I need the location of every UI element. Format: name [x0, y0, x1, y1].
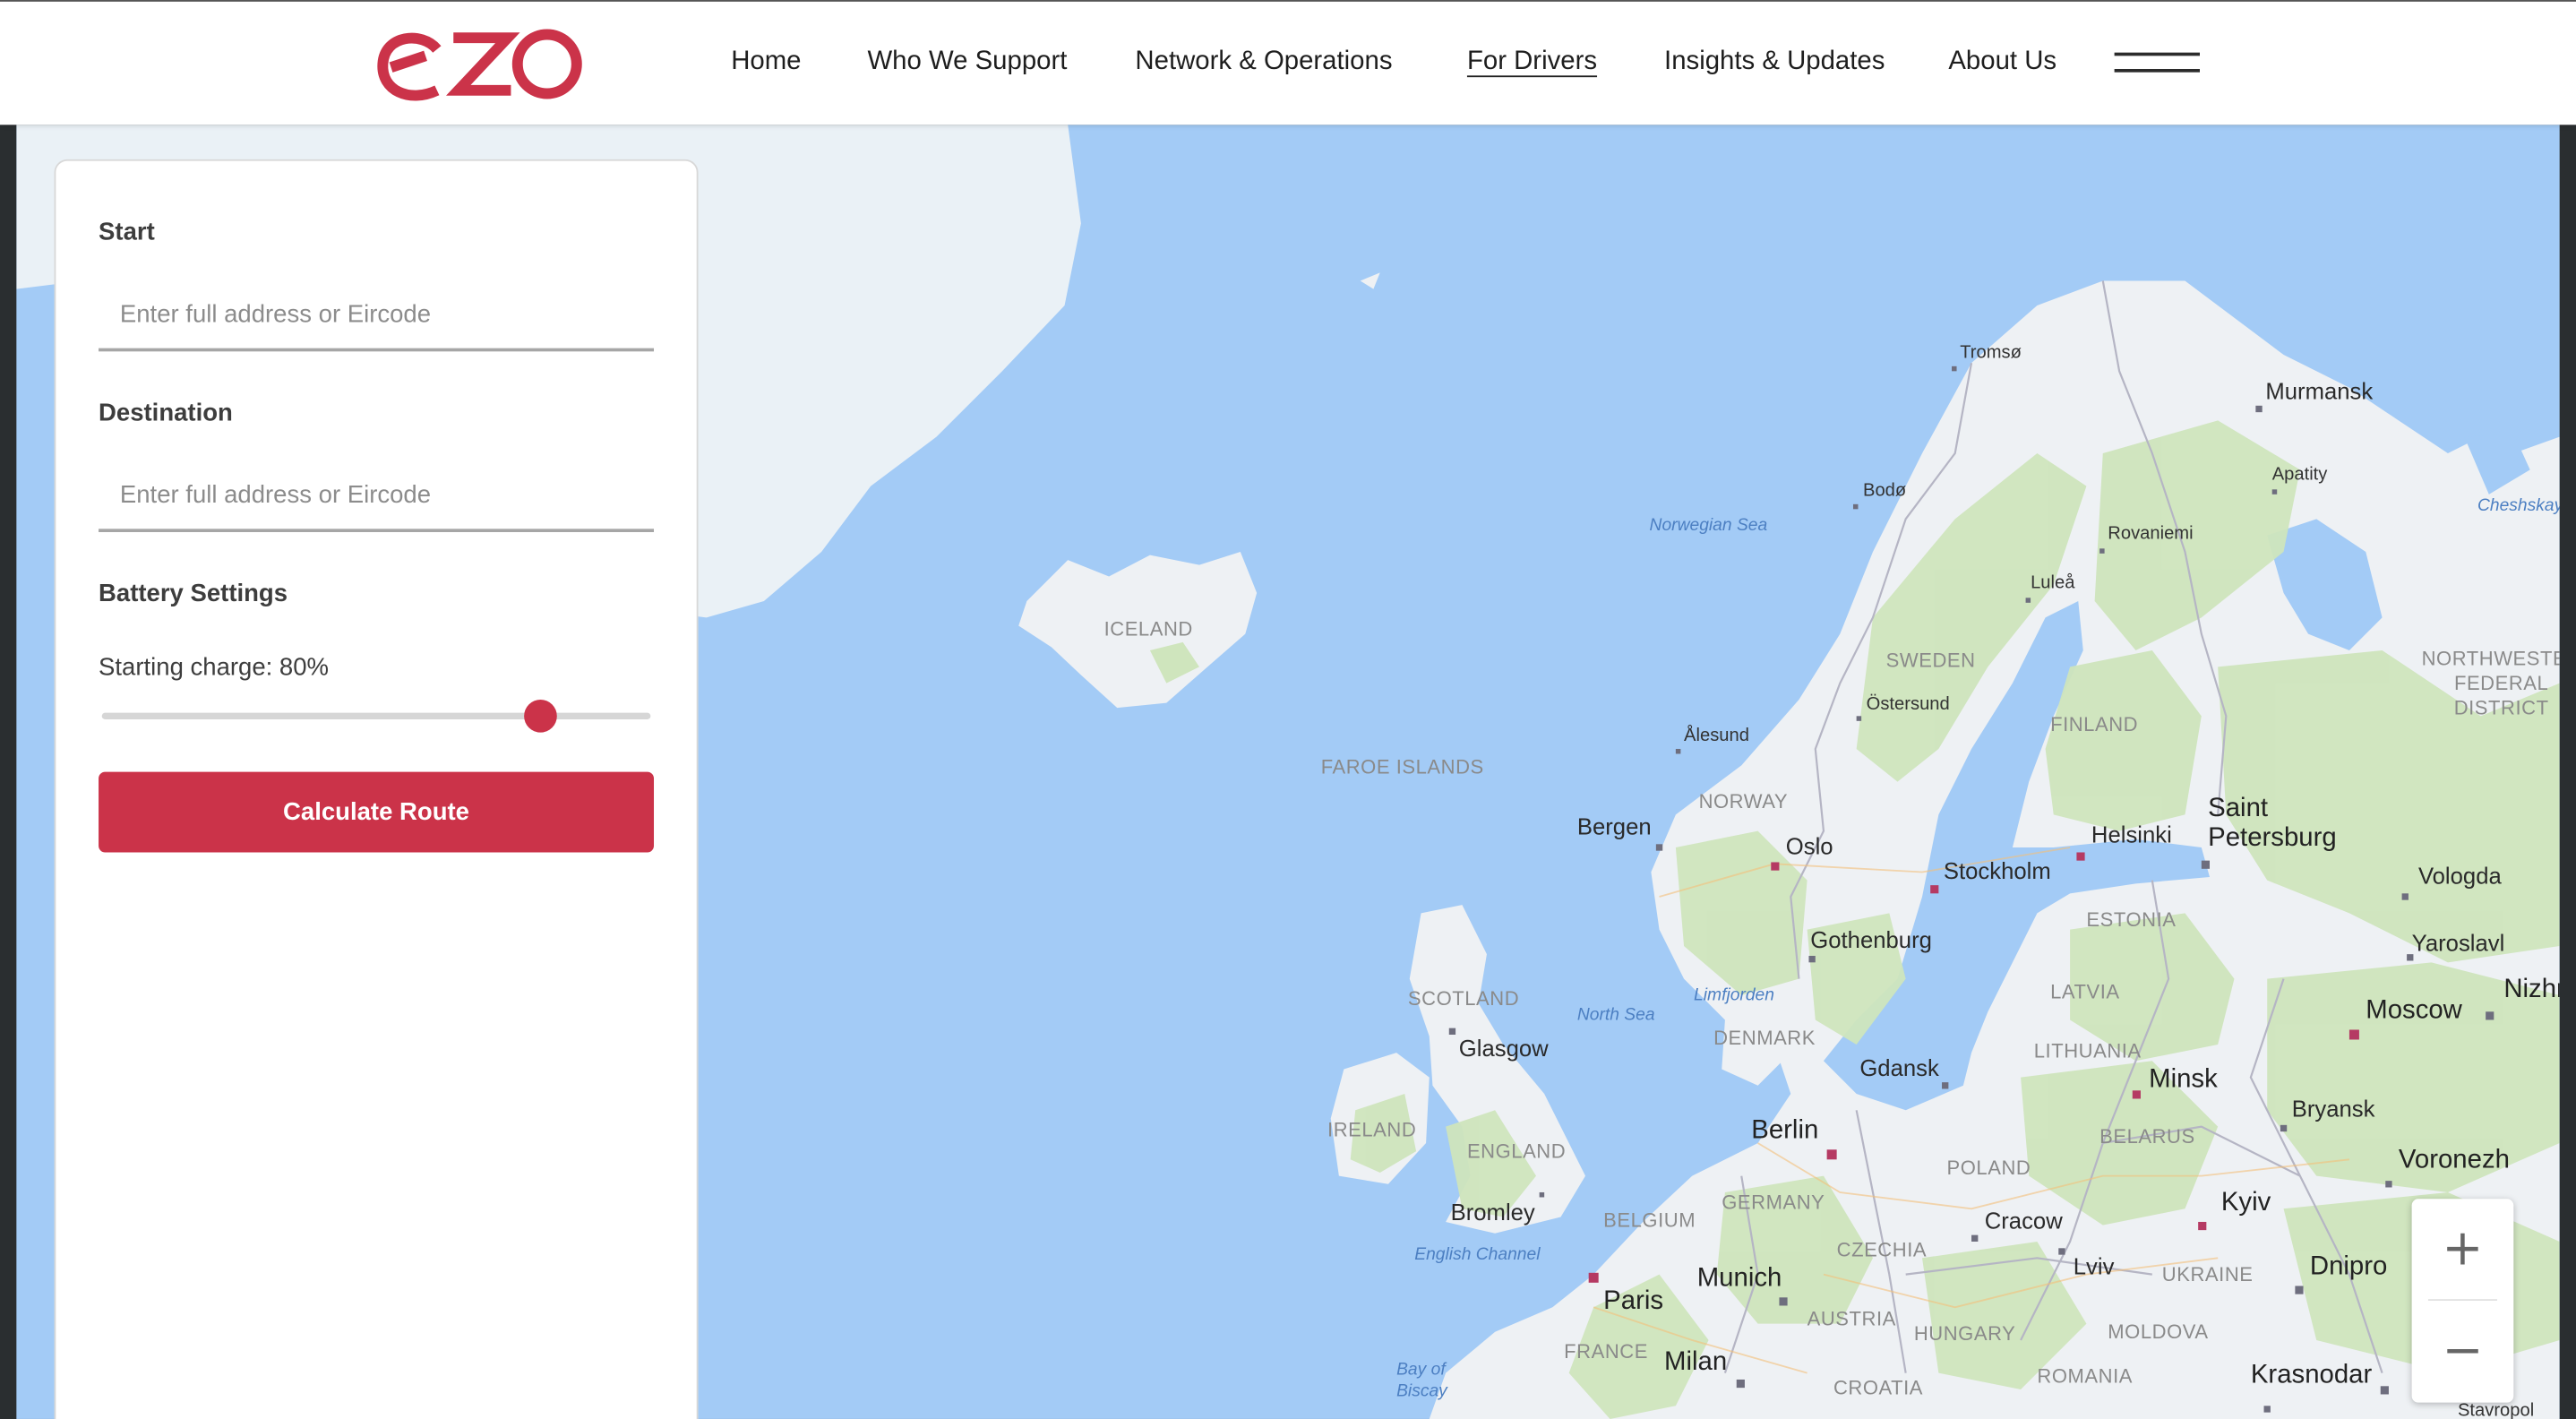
map-label-belarus: BELARUS [2099, 1124, 2195, 1148]
map-label-gdansk: Gdansk [1859, 1054, 1939, 1081]
map-label-estonia: ESTONIA [2086, 907, 2177, 932]
map-label-glasgow: Glasgow [1458, 1034, 1549, 1062]
map-label-helsinki: Helsinki [2091, 821, 2172, 847]
map-label-dnipro: Dnipro [2309, 1252, 2388, 1281]
map-label-scotland: SCOTLAND [1407, 986, 1520, 1010]
nav-network-operations[interactable]: Network & Operations [1135, 47, 1392, 77]
start-address-input[interactable] [99, 279, 655, 352]
map-label-hungary: HUNGARY [1913, 1321, 2016, 1346]
map-label-ukraine: UKRAINE [2161, 1262, 2254, 1286]
map-label-kyiv: Kyiv [2220, 1189, 2271, 1217]
zoom-control: + − [2411, 1199, 2514, 1403]
map-label-france: FRANCE [1564, 1339, 1648, 1363]
map-label-moscow: Moscow [2366, 996, 2462, 1025]
map-label-north-sea: North Sea [1576, 1004, 1655, 1025]
map-label-stockholm: Stockholm [1943, 856, 2051, 884]
map-label-berlin: Berlin [1751, 1116, 1819, 1145]
map-label-finland: FINLAND [2050, 712, 2139, 736]
map-label-norway: NORWAY [1698, 789, 1789, 813]
map-label-austria: AUSTRIA [1807, 1307, 1896, 1330]
destination-address-input[interactable] [99, 460, 655, 532]
map-label-lithuania: LITHUANIA [2033, 1039, 2142, 1063]
nav-for-drivers[interactable]: For Drivers [1467, 47, 1597, 77]
map-label-milan: Milan [1664, 1348, 1728, 1377]
map-label-nizhny: Nizhn [2503, 975, 2559, 1004]
map-label-norwegian-sea: Norwegian Sea [1649, 515, 1768, 536]
hamburger-icon[interactable] [2114, 52, 2200, 76]
map-label-limfjorden: Limfjorden [1694, 985, 1774, 1005]
map-label-bromley: Bromley [1450, 1199, 1535, 1226]
map-label-ostersund: Östersund [1866, 694, 1950, 715]
slider-track[interactable] [101, 712, 651, 719]
calculate-route-button[interactable]: Calculate Route [99, 771, 655, 853]
map-label-tromso: Tromsø [1960, 343, 2022, 364]
top-navigation-bar: Home Who We Support Network & Operations… [0, 0, 2576, 125]
map-label-bergen: Bergen [1576, 813, 1652, 839]
map-label-iceland: ICELAND [1103, 617, 1193, 641]
map-label-saint-petersburg: Saint Petersburg [2208, 795, 2337, 853]
map-label-czechia: CZECHIA [1836, 1238, 1928, 1261]
zoom-in-button[interactable]: + [2412, 1199, 2514, 1301]
zoom-out-button[interactable]: − [2412, 1301, 2514, 1403]
map-label-cheshskaya: Cheshskay [2477, 495, 2560, 516]
slider-thumb[interactable] [524, 699, 558, 733]
map-label-denmark: DENMARK [1713, 1026, 1816, 1050]
route-planner-panel: Start Destination Battery Settings Start… [54, 159, 699, 1419]
battery-settings-heading: Battery Settings [99, 580, 288, 608]
map-label-voronezh: Voronezh [2398, 1146, 2510, 1174]
map-label-bay-of-biscay: Bay of Biscay [1396, 1359, 1447, 1401]
nav-insights-updates[interactable]: Insights & Updates [1664, 47, 1885, 77]
map-label-bodo: Bodø [1862, 481, 1907, 502]
map-label-alesund: Ålesund [1684, 726, 1749, 746]
destination-label: Destination [99, 399, 233, 427]
map-label-oslo: Oslo [1785, 832, 1833, 859]
map-label-ireland: IRELAND [1327, 1118, 1417, 1142]
map-label-munich: Munich [1696, 1264, 1782, 1293]
nav-who-we-support[interactable]: Who We Support [867, 47, 1067, 77]
map-label-lviv: Lviv [2073, 1252, 2115, 1280]
map-label-minsk: Minsk [2149, 1065, 2218, 1094]
map-label-nw-federal-district: NORTHWESTER FEDERAL DISTRICT [2421, 647, 2560, 719]
map-label-belgium: BELGIUM [1603, 1208, 1696, 1232]
map-label-england: ENGLAND [1466, 1140, 1567, 1163]
map-label-lulea: Luleå [2031, 572, 2075, 593]
map-label-faroe-islands: FAROE ISLANDS [1320, 755, 1484, 778]
map-label-romania: ROMANIA [2037, 1364, 2133, 1389]
map-label-sweden: SWEDEN [1885, 649, 1976, 672]
map-label-gothenburg: Gothenburg [1810, 925, 1932, 953]
starting-charge-slider[interactable] [101, 699, 651, 733]
map-label-moldova: MOLDOVA [2108, 1320, 2209, 1344]
map-label-croatia: CROATIA [1833, 1376, 1924, 1399]
map-label-latvia: LATVIA [2050, 980, 2120, 1004]
map-label-germany: GERMANY [1722, 1191, 1825, 1214]
map-label-paris: Paris [1603, 1287, 1664, 1316]
map-label-murmansk: Murmansk [2265, 377, 2374, 404]
map-label-yaroslavl: Yaroslavl [2411, 929, 2505, 956]
map-label-english-channel: English Channel [1414, 1244, 1541, 1265]
map-label-rovaniemi: Rovaniemi [2108, 523, 2194, 544]
map-label-vologda: Vologda [2417, 862, 2502, 889]
map-label-apatity: Apatity [2271, 464, 2328, 485]
nav-home[interactable]: Home [731, 47, 801, 77]
nav-about-us[interactable]: About Us [1948, 47, 2057, 77]
map-label-bryansk: Bryansk [2291, 1095, 2375, 1122]
starting-charge-text: Starting charge: 80% [99, 653, 330, 682]
start-label: Start [99, 218, 155, 246]
map-label-stavropol: Stavropol [2457, 1400, 2535, 1419]
map-label-krasnodar: Krasnodar [2250, 1361, 2373, 1389]
map-label-poland: POLAND [1946, 1156, 2031, 1180]
map-label-cracow: Cracow [1984, 1207, 2063, 1234]
ezo-logo[interactable] [376, 24, 587, 103]
